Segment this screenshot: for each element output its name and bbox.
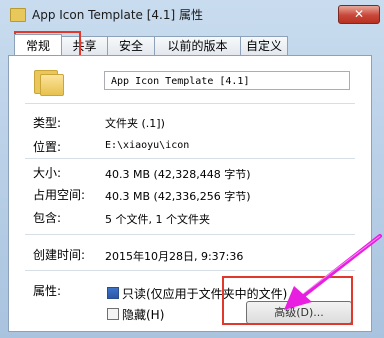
folder-icon — [10, 8, 26, 22]
window-title: App Icon Template [4.1] 属性 — [32, 8, 203, 22]
pointer-arrow-icon — [284, 234, 382, 310]
size-on-disk-label: 占用空间: — [33, 188, 86, 202]
location-value: E:\xiaoyu\icon — [105, 140, 190, 151]
location-label: 位置: — [33, 140, 62, 154]
attributes-label: 属性: — [33, 284, 62, 298]
folder-large-icon — [34, 68, 64, 96]
tab-previous-versions[interactable]: 以前的版本 — [154, 36, 241, 55]
size-value: 40.3 MB (42,328,448 字节) — [105, 168, 251, 181]
size-on-disk-value: 40.3 MB (42,336,256 字节) — [105, 190, 251, 203]
created-value: 2015年10月28日, 9:37:36 — [105, 250, 244, 263]
tab-customize[interactable]: 自定义 — [240, 36, 288, 55]
created-label: 创建时间: — [33, 248, 86, 262]
divider — [25, 158, 355, 159]
close-icon: ✕ — [353, 7, 365, 21]
contains-label: 包含: — [33, 211, 62, 225]
title-bar[interactable]: App Icon Template [4.1] 属性 ✕ — [0, 0, 384, 30]
close-button[interactable]: ✕ — [338, 5, 380, 24]
tab-general[interactable]: 常规 — [14, 34, 62, 55]
type-value: 文件夹 (.1]) — [105, 117, 165, 130]
contains-value: 5 个文件, 1 个文件夹 — [105, 213, 210, 226]
divider — [25, 103, 355, 104]
tab-security[interactable]: 安全 — [107, 36, 155, 55]
hidden-checkbox[interactable] — [107, 308, 119, 320]
folder-name-field[interactable]: App Icon Template [4.1] — [104, 71, 350, 90]
readonly-checkbox[interactable] — [107, 287, 119, 299]
size-label: 大小: — [33, 166, 62, 180]
type-label: 类型: — [33, 116, 62, 130]
hidden-label[interactable]: 隐藏(H) — [122, 306, 164, 323]
properties-window: App Icon Template [4.1] 属性 ✕ 常规 共享 安全 以前… — [0, 0, 384, 338]
